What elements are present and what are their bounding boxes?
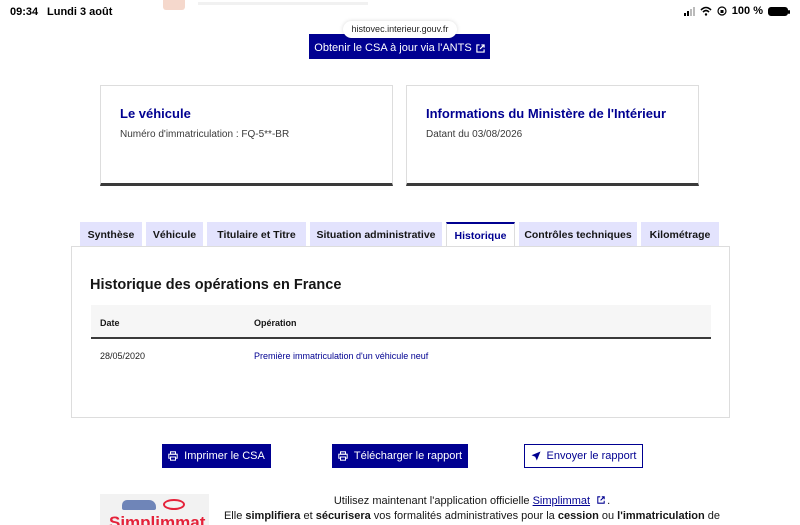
report-tabs: Synthèse Véhicule Titulaire et Titre Sit… xyxy=(80,222,719,248)
row-date: 28/05/2020 xyxy=(100,351,146,361)
column-operation: Opération xyxy=(254,318,297,328)
simplimmat-link[interactable]: Simplimmat xyxy=(533,495,590,507)
wifi-icon xyxy=(700,6,712,16)
tab-historique[interactable]: Historique xyxy=(446,222,515,248)
download-report-button[interactable]: Télécharger le rapport xyxy=(332,444,468,468)
print-csa-label: Imprimer le CSA xyxy=(184,450,265,462)
tab-synthese[interactable]: Synthèse xyxy=(80,222,142,247)
tab-titulaire[interactable]: Titulaire et Titre xyxy=(207,222,306,247)
tab-situation-administrative[interactable]: Situation administrative xyxy=(310,222,442,247)
ministry-info-card: Informations du Ministère de l'Intérieur… xyxy=(406,85,699,186)
status-time: 09:34 xyxy=(10,6,39,18)
car-icon xyxy=(122,500,156,510)
printer-icon xyxy=(168,451,178,461)
status-right: 100 % xyxy=(683,5,790,17)
print-csa-button[interactable]: Imprimer le CSA xyxy=(162,444,271,468)
partial-header-text xyxy=(198,2,368,5)
vehicle-card: Le véhicule Numéro d'immatriculation : F… xyxy=(100,85,393,186)
external-link-icon xyxy=(476,43,485,53)
send-report-label: Envoyer le rapport xyxy=(546,450,637,462)
simplimmat-logo-text: Simplimmat xyxy=(109,513,206,525)
motorbike-icon xyxy=(163,499,185,510)
battery-icon xyxy=(768,6,790,16)
send-report-button[interactable]: Envoyer le rapport xyxy=(524,444,643,468)
tab-controles-techniques[interactable]: Contrôles techniques xyxy=(519,222,637,247)
send-icon xyxy=(531,451,541,461)
ministry-card-title: Informations du Ministère de l'Intérieur xyxy=(426,106,667,121)
signal-icon xyxy=(683,6,695,16)
partial-header-logo xyxy=(163,0,185,10)
external-link-icon xyxy=(597,496,605,504)
promo-line-1: Utilisez maintenant l'application offici… xyxy=(333,495,611,507)
simplimmat-promo-text: Utilisez maintenant l'application offici… xyxy=(222,494,722,524)
registration-number: Numéro d'immatriculation : FQ-5**-BR xyxy=(120,129,290,140)
report-date: Datant du 03/08/2026 xyxy=(426,129,523,140)
table-row: 28/05/2020 Première immatriculation d'un… xyxy=(91,341,711,371)
download-report-label: Télécharger le rapport xyxy=(353,450,463,462)
promo-line-2: Elle simplifiera et sécurisera vos forma… xyxy=(223,510,721,522)
orientation-lock-icon xyxy=(717,6,727,16)
history-panel: Historique des opérations en France Date… xyxy=(71,246,730,418)
tab-vehicule[interactable]: Véhicule xyxy=(146,222,203,247)
simplimmat-logo: Simplimmat xyxy=(100,494,209,525)
row-operation: Première immatriculation d'un véhicule n… xyxy=(254,351,429,361)
column-date: Date xyxy=(100,318,120,328)
browser-url-bar[interactable]: histovec.interieur.gouv.fr xyxy=(343,21,457,38)
url-text: histovec.interieur.gouv.fr xyxy=(351,24,449,34)
battery-percentage: 100 % xyxy=(731,5,763,17)
get-csa-label: Obtenir le CSA à jour via l'ANTS xyxy=(314,42,472,54)
vehicle-card-title: Le véhicule xyxy=(120,106,191,121)
status-date: Lundi 3 août xyxy=(47,6,113,18)
history-title: Historique des opérations en France xyxy=(90,277,342,293)
tab-kilometrage[interactable]: Kilométrage xyxy=(641,222,719,247)
history-table-header: Date Opération xyxy=(91,305,711,339)
printer-icon xyxy=(338,451,348,461)
